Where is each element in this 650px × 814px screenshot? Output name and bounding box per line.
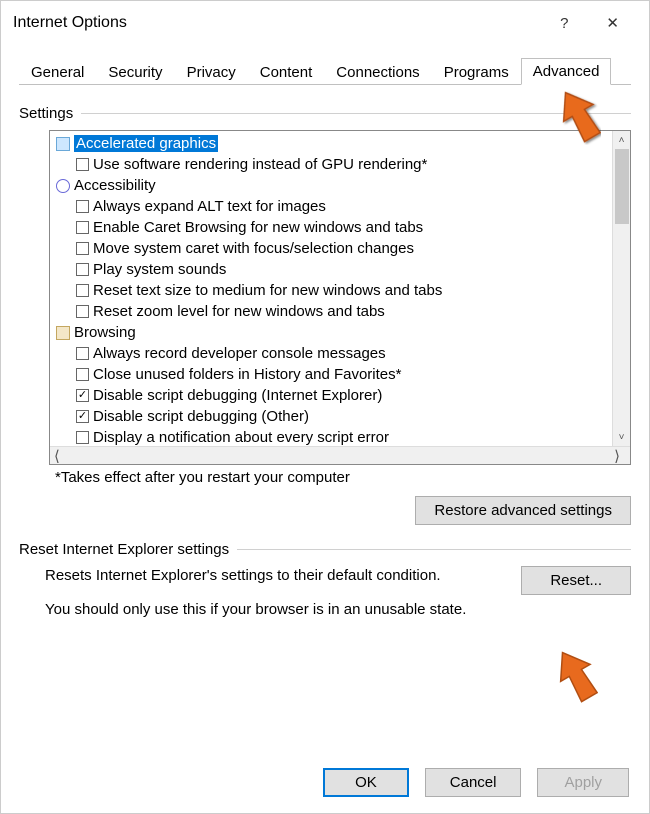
acc-icon xyxy=(56,179,70,193)
tab-strip: GeneralSecurityPrivacyContentConnections… xyxy=(19,53,631,85)
checkbox-icon[interactable] xyxy=(76,158,89,171)
tab-general[interactable]: General xyxy=(19,59,96,85)
help-icon[interactable]: ? xyxy=(560,15,568,32)
reset-warning-text: You should only use this if your browser… xyxy=(45,601,631,618)
cancel-button[interactable]: Cancel xyxy=(425,768,522,797)
tree-item[interactable]: Disable script debugging (Internet Explo… xyxy=(54,385,630,406)
tab-programs[interactable]: Programs xyxy=(432,59,521,85)
scroll-left-icon[interactable]: ⟨ xyxy=(54,447,60,465)
reset-description: Resets Internet Explorer's settings to t… xyxy=(45,566,497,586)
tree-item-label: Disable script debugging (Internet Explo… xyxy=(93,387,382,404)
tree-item[interactable]: Always expand ALT text for images xyxy=(54,196,630,217)
checkbox-icon[interactable] xyxy=(76,431,89,444)
scroll-right-icon[interactable]: ⟩ xyxy=(608,447,626,465)
tree-item-label: Move system caret with focus/selection c… xyxy=(93,240,414,257)
restart-footnote: *Takes effect after you restart your com… xyxy=(55,469,631,486)
dialog-title: Internet Options xyxy=(13,14,560,32)
tree-category[interactable]: Accessibility xyxy=(54,175,630,196)
tree-item[interactable]: Disable script debugging (Other) xyxy=(54,406,630,427)
tree-item[interactable]: Play system sounds xyxy=(54,259,630,280)
dialog-button-row: OK Cancel Apply xyxy=(323,768,629,797)
annotation-arrow-icon xyxy=(554,647,598,705)
gfx-icon xyxy=(56,137,70,151)
close-icon[interactable]: ✕ xyxy=(606,14,619,32)
tree-item-label: Reset zoom level for new windows and tab… xyxy=(93,303,385,320)
tree-item[interactable]: Reset text size to medium for new window… xyxy=(54,280,630,301)
reset-group-label: Reset Internet Explorer settings xyxy=(19,541,229,558)
tab-advanced[interactable]: Advanced xyxy=(521,58,612,85)
internet-options-dialog: Internet Options ? ✕ GeneralSecurityPriv… xyxy=(0,0,650,814)
checkbox-icon[interactable] xyxy=(76,221,89,234)
tree-category-label: Browsing xyxy=(74,324,136,341)
apply-button[interactable]: Apply xyxy=(537,768,629,797)
divider xyxy=(81,113,631,114)
tab-privacy[interactable]: Privacy xyxy=(175,59,248,85)
checkbox-icon[interactable] xyxy=(76,368,89,381)
scroll-up-icon[interactable]: ˄ xyxy=(613,131,630,149)
divider xyxy=(237,549,631,550)
tree-item-label: Disable script debugging (Other) xyxy=(93,408,309,425)
vertical-scrollbar[interactable]: ˄ ˅ xyxy=(612,131,630,446)
horizontal-scrollbar[interactable]: ⟨ ⟩ xyxy=(50,446,630,464)
tree-category-label: Accessibility xyxy=(74,177,156,194)
tree-item-label: Close unused folders in History and Favo… xyxy=(93,366,401,383)
ok-button[interactable]: OK xyxy=(323,768,409,797)
scroll-thumb[interactable] xyxy=(615,149,629,224)
tree-item-label: Always record developer console messages xyxy=(93,345,386,362)
settings-tree[interactable]: Accelerated graphics Use software renderi… xyxy=(49,130,631,465)
checkbox-icon[interactable] xyxy=(76,284,89,297)
tree-item-label: Display a notification about every scrip… xyxy=(93,429,389,446)
tree-category[interactable]: Accelerated graphics xyxy=(54,133,630,154)
tab-connections[interactable]: Connections xyxy=(324,59,431,85)
scroll-down-icon[interactable]: ˅ xyxy=(613,428,630,446)
brw-icon xyxy=(56,326,70,340)
tree-category-label: Accelerated graphics xyxy=(74,135,218,152)
tab-security[interactable]: Security xyxy=(96,59,174,85)
checkbox-icon[interactable] xyxy=(76,347,89,360)
tree-item[interactable]: Close unused folders in History and Favo… xyxy=(54,364,630,385)
checkbox-icon[interactable] xyxy=(76,305,89,318)
tree-item-label: Reset text size to medium for new window… xyxy=(93,282,442,299)
tree-item-label: Play system sounds xyxy=(93,261,226,278)
tree-item[interactable]: Display a notification about every scrip… xyxy=(54,427,630,446)
tree-item-label: Use software rendering instead of GPU re… xyxy=(93,156,427,173)
tree-item[interactable]: Always record developer console messages xyxy=(54,343,630,364)
tree-item[interactable]: Reset zoom level for new windows and tab… xyxy=(54,301,630,322)
title-bar: Internet Options ? ✕ xyxy=(1,1,649,45)
tree-item[interactable]: Use software rendering instead of GPU re… xyxy=(54,154,630,175)
reset-button[interactable]: Reset... xyxy=(521,566,631,595)
checkbox-icon[interactable] xyxy=(76,389,89,402)
tree-item-label: Always expand ALT text for images xyxy=(93,198,326,215)
checkbox-icon[interactable] xyxy=(76,263,89,276)
tree-item-label: Enable Caret Browsing for new windows an… xyxy=(93,219,423,236)
tree-category[interactable]: Browsing xyxy=(54,322,630,343)
checkbox-icon[interactable] xyxy=(76,410,89,423)
settings-group-label: Settings xyxy=(19,105,73,122)
restore-advanced-settings-button[interactable]: Restore advanced settings xyxy=(415,496,631,525)
checkbox-icon[interactable] xyxy=(76,242,89,255)
tree-item[interactable]: Enable Caret Browsing for new windows an… xyxy=(54,217,630,238)
checkbox-icon[interactable] xyxy=(76,200,89,213)
tab-content[interactable]: Content xyxy=(248,59,325,85)
tree-item[interactable]: Move system caret with focus/selection c… xyxy=(54,238,630,259)
